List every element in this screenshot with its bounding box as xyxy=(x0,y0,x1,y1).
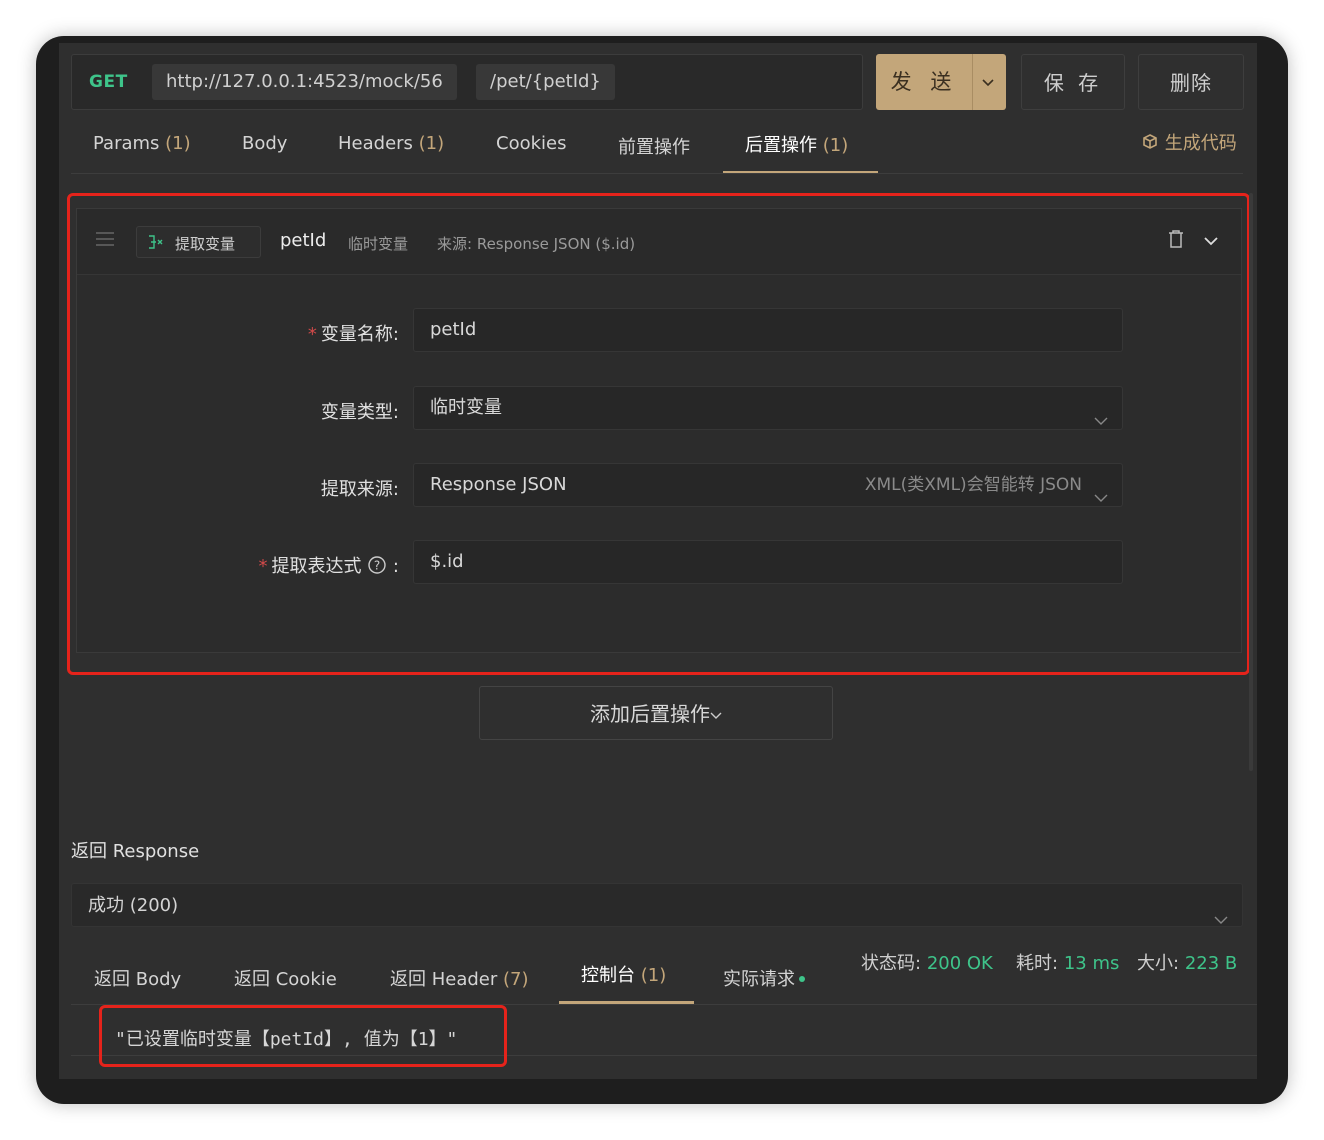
send-separator xyxy=(972,54,973,110)
save-button[interactable]: 保 存 xyxy=(1021,54,1125,110)
tab-response-header[interactable]: 返回 Header (7) xyxy=(390,965,529,991)
tab-response-body[interactable]: 返回 Body xyxy=(94,965,181,991)
status-dot xyxy=(799,976,805,982)
cube-icon xyxy=(1141,133,1159,156)
tab-cookies[interactable]: Cookies xyxy=(496,133,566,154)
tab-pre-operations[interactable]: 前置操作 xyxy=(618,133,690,159)
tab-params[interactable]: Params (1) xyxy=(93,133,191,154)
tab-body[interactable]: Body xyxy=(242,133,287,154)
url-bar[interactable]: GET http://127.0.0.1:4523/mock/56 /pet/{… xyxy=(71,54,863,110)
api-request-panel: GET http://127.0.0.1:4523/mock/56 /pet/{… xyxy=(59,43,1257,1079)
send-options-chevron-icon[interactable] xyxy=(980,74,996,94)
scrollbar[interactable] xyxy=(1249,193,1253,771)
tab-headers[interactable]: Headers (1) xyxy=(338,133,444,154)
highlight-box-post-operation xyxy=(67,193,1250,675)
tab-console[interactable]: 控制台 (1) xyxy=(581,961,666,987)
method-label[interactable]: GET xyxy=(89,72,128,92)
chevron-down-icon xyxy=(710,687,722,739)
delete-button[interactable]: 删除 xyxy=(1138,54,1244,110)
base-url-chip[interactable]: http://127.0.0.1:4523/mock/56 xyxy=(152,64,457,100)
status-code-stat: 状态码: 200 OK xyxy=(861,953,993,974)
tabs-divider xyxy=(71,173,1243,174)
response-section-title: 返回 Response xyxy=(71,841,200,862)
dropdown-chevron-icon xyxy=(1214,899,1228,943)
tab-post-operations[interactable]: 后置操作 (1) xyxy=(745,131,848,157)
path-chip[interactable]: /pet/{petId} xyxy=(476,64,615,100)
send-button[interactable]: 发 送 xyxy=(876,54,1006,110)
tab-response-cookie[interactable]: 返回 Cookie xyxy=(234,965,337,991)
size-stat: 大小: 223 B xyxy=(1137,953,1238,974)
response-status-select[interactable]: 成功 (200) xyxy=(71,883,1243,927)
send-button-label[interactable]: 发 送 xyxy=(876,54,972,110)
add-post-operation-button[interactable]: 添加后置操作 xyxy=(479,686,833,740)
generate-code-link[interactable]: 生成代码 xyxy=(1141,129,1237,156)
tab-actual-request[interactable]: 实际请求 xyxy=(723,965,805,991)
highlight-box-console xyxy=(99,1005,507,1067)
time-stat: 耗时: 13 ms xyxy=(1016,953,1120,974)
